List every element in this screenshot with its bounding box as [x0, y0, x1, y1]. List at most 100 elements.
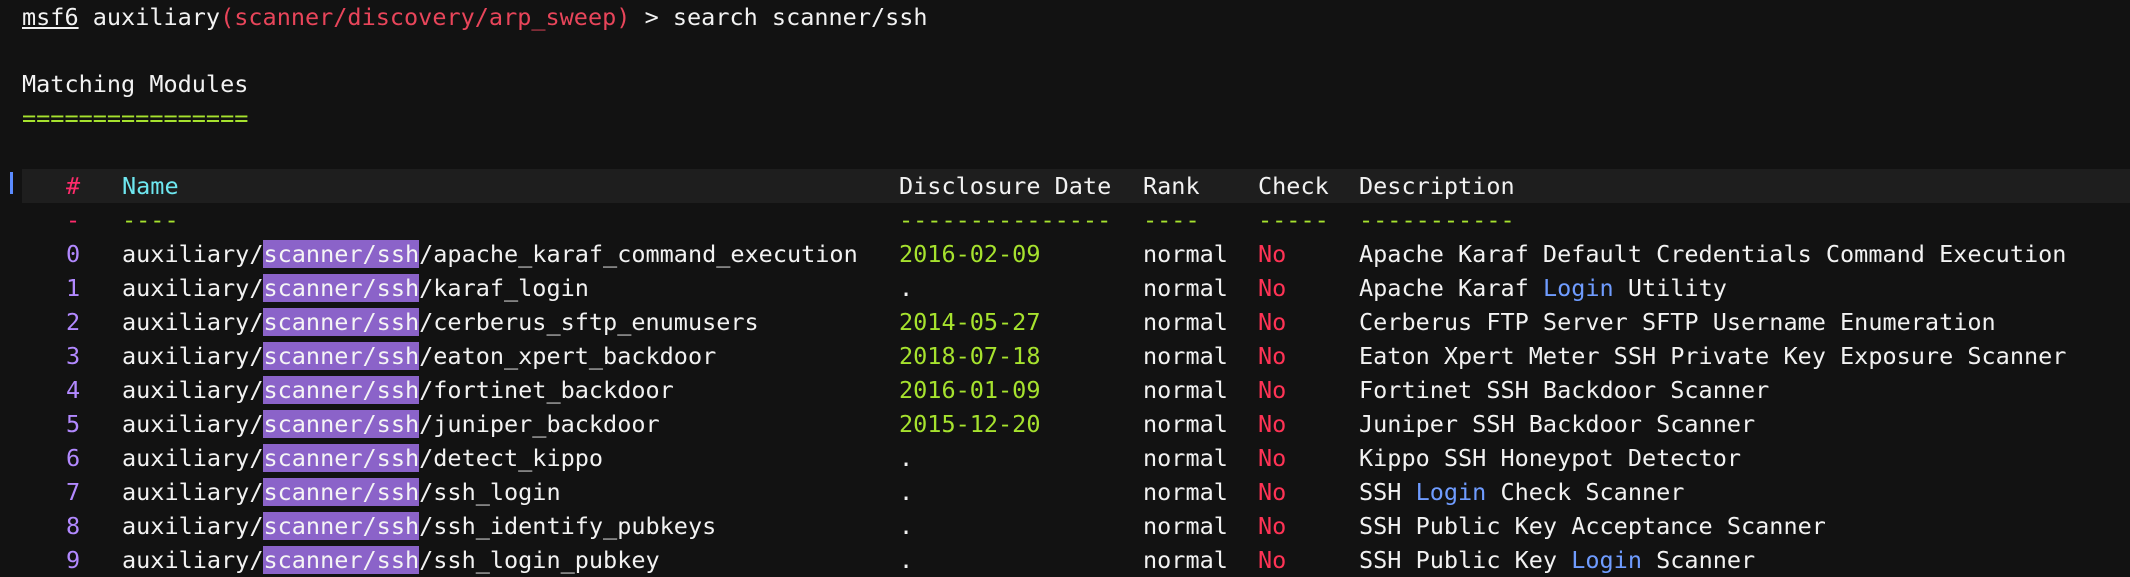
search-match-highlight: scanner/ssh — [263, 478, 420, 506]
column-header-check: Check — [1258, 172, 1329, 200]
module-name: auxiliary/scanner/ssh/karaf_login — [122, 271, 589, 305]
prompt-msf: msf6 — [22, 3, 79, 31]
module-prefix: auxiliary/ — [122, 410, 264, 438]
column-divider-name: ---- — [122, 206, 179, 234]
search-match-highlight: scanner/ssh — [263, 240, 420, 268]
description: SSH Public Key Acceptance Scanner — [1359, 509, 1826, 543]
disclosure-date: 2016-02-09 — [899, 240, 1041, 268]
row-number: 0 — [66, 240, 81, 268]
module-prefix: auxiliary/ — [122, 240, 264, 268]
description: Juniper SSH Backdoor Scanner — [1359, 407, 1755, 441]
disclosure-date: 2014-05-27 — [899, 308, 1041, 336]
module-suffix: /ssh_login — [419, 478, 561, 506]
module-suffix: /detect_kippo — [419, 444, 604, 472]
row-number: 5 — [66, 410, 81, 438]
module-prefix: auxiliary/ — [122, 274, 264, 302]
description: Fortinet SSH Backdoor Scanner — [1359, 373, 1769, 407]
check: No — [1258, 376, 1287, 404]
search-match-highlight: scanner/ssh — [263, 410, 420, 438]
column-divider-check: ----- — [1258, 206, 1329, 234]
check: No — [1258, 478, 1287, 506]
cursor-marker — [10, 172, 13, 194]
module-prefix: auxiliary/ — [122, 478, 264, 506]
row-number: 4 — [66, 376, 81, 404]
check: No — [1258, 444, 1287, 472]
search-match-highlight: scanner/ssh — [263, 342, 420, 370]
search-match-highlight: scanner/ssh — [263, 546, 420, 574]
prompt-module-path: scanner/discovery/arp_sweep — [234, 3, 617, 31]
description-text-tail: Utility — [1613, 274, 1727, 302]
rank: normal — [1143, 376, 1228, 404]
column-divider-description: ----------- — [1359, 206, 1515, 234]
description-text: Apache Karaf Default Credentials Command… — [1359, 240, 2067, 268]
rank: normal — [1143, 410, 1228, 438]
rank: normal — [1143, 308, 1228, 336]
module-name: auxiliary/scanner/ssh/cerberus_sftp_enum… — [122, 305, 759, 339]
check: No — [1258, 274, 1287, 302]
disclosure-date: . — [899, 546, 914, 574]
description-text: Fortinet SSH Backdoor Scanner — [1359, 376, 1770, 404]
column-header-num: # — [66, 172, 81, 200]
column-header-rank: Rank — [1143, 172, 1200, 200]
row-number: 2 — [66, 308, 81, 336]
check: No — [1258, 342, 1287, 370]
check: No — [1258, 512, 1287, 540]
column-header-description: Description — [1359, 172, 1515, 200]
column-header-name: Name — [122, 172, 179, 200]
row-number: 9 — [66, 546, 81, 574]
module-suffix: /eaton_xpert_backdoor — [419, 342, 717, 370]
check: No — [1258, 308, 1287, 336]
row-number: 1 — [66, 274, 81, 302]
description-text: Juniper SSH Backdoor Scanner — [1359, 410, 1756, 438]
column-divider-date: --------------- — [899, 206, 1112, 234]
description-keyword: Login — [1415, 478, 1487, 506]
description-text: Kippo SSH Honeypot Detector — [1359, 444, 1742, 472]
module-suffix: /karaf_login — [419, 274, 589, 302]
module-prefix: auxiliary/ — [122, 512, 264, 540]
disclosure-date: 2016-01-09 — [899, 376, 1041, 404]
module-name: auxiliary/scanner/ssh/apache_karaf_comma… — [122, 237, 858, 271]
description-text-tail: Scanner — [1641, 546, 1756, 574]
row-number: 8 — [66, 512, 81, 540]
module-name: auxiliary/scanner/ssh/ssh_login_pubkey — [122, 543, 660, 577]
disclosure-date: 2015-12-20 — [899, 410, 1041, 438]
prompt-module-type: auxiliary — [92, 3, 221, 31]
module-name: auxiliary/scanner/ssh/juniper_backdoor — [122, 407, 660, 441]
module-suffix: /fortinet_backdoor — [419, 376, 674, 404]
description: Cerberus FTP Server SFTP Username Enumer… — [1359, 305, 1996, 339]
description-text-tail: Check Scanner — [1486, 478, 1685, 506]
rank: normal — [1143, 274, 1228, 302]
description: SSH Login Check Scanner — [1359, 475, 1684, 509]
row-number: 7 — [66, 478, 81, 506]
row-number: 6 — [66, 444, 81, 472]
description-text: Apache Karaf — [1359, 274, 1543, 302]
module-name: auxiliary/scanner/ssh/ssh_identify_pubke… — [122, 509, 716, 543]
description-keyword: Login — [1571, 546, 1642, 574]
search-match-highlight: scanner/ssh — [263, 308, 420, 336]
module-name: auxiliary/scanner/ssh/detect_kippo — [122, 441, 603, 475]
column-divider-num: - — [66, 206, 81, 234]
module-suffix: /apache_karaf_command_execution — [419, 240, 858, 268]
module-suffix: /ssh_login_pubkey — [419, 546, 660, 574]
disclosure-date: . — [899, 444, 914, 472]
disclosure-date: . — [899, 512, 914, 540]
search-match-highlight: scanner/ssh — [263, 444, 420, 472]
rank: normal — [1143, 444, 1228, 472]
column-divider-rank: ---- — [1143, 206, 1200, 234]
check: No — [1258, 546, 1287, 574]
module-prefix: auxiliary/ — [122, 376, 264, 404]
disclosure-date: . — [899, 274, 914, 302]
rank: normal — [1143, 546, 1228, 574]
check: No — [1258, 410, 1287, 438]
description: Eaton Xpert Meter SSH Private Key Exposu… — [1359, 339, 2066, 373]
section-underline: ================ — [22, 104, 249, 132]
rank: normal — [1143, 240, 1228, 268]
column-header-date: Disclosure Date — [899, 172, 1112, 200]
disclosure-date: 2018-07-18 — [899, 342, 1041, 370]
module-prefix: auxiliary/ — [122, 444, 264, 472]
row-number: 3 — [66, 342, 81, 370]
module-prefix: auxiliary/ — [122, 308, 264, 336]
module-suffix: /juniper_backdoor — [419, 410, 660, 438]
prompt-command: search scanner/ssh — [672, 3, 928, 31]
search-match-highlight: scanner/ssh — [263, 274, 420, 302]
